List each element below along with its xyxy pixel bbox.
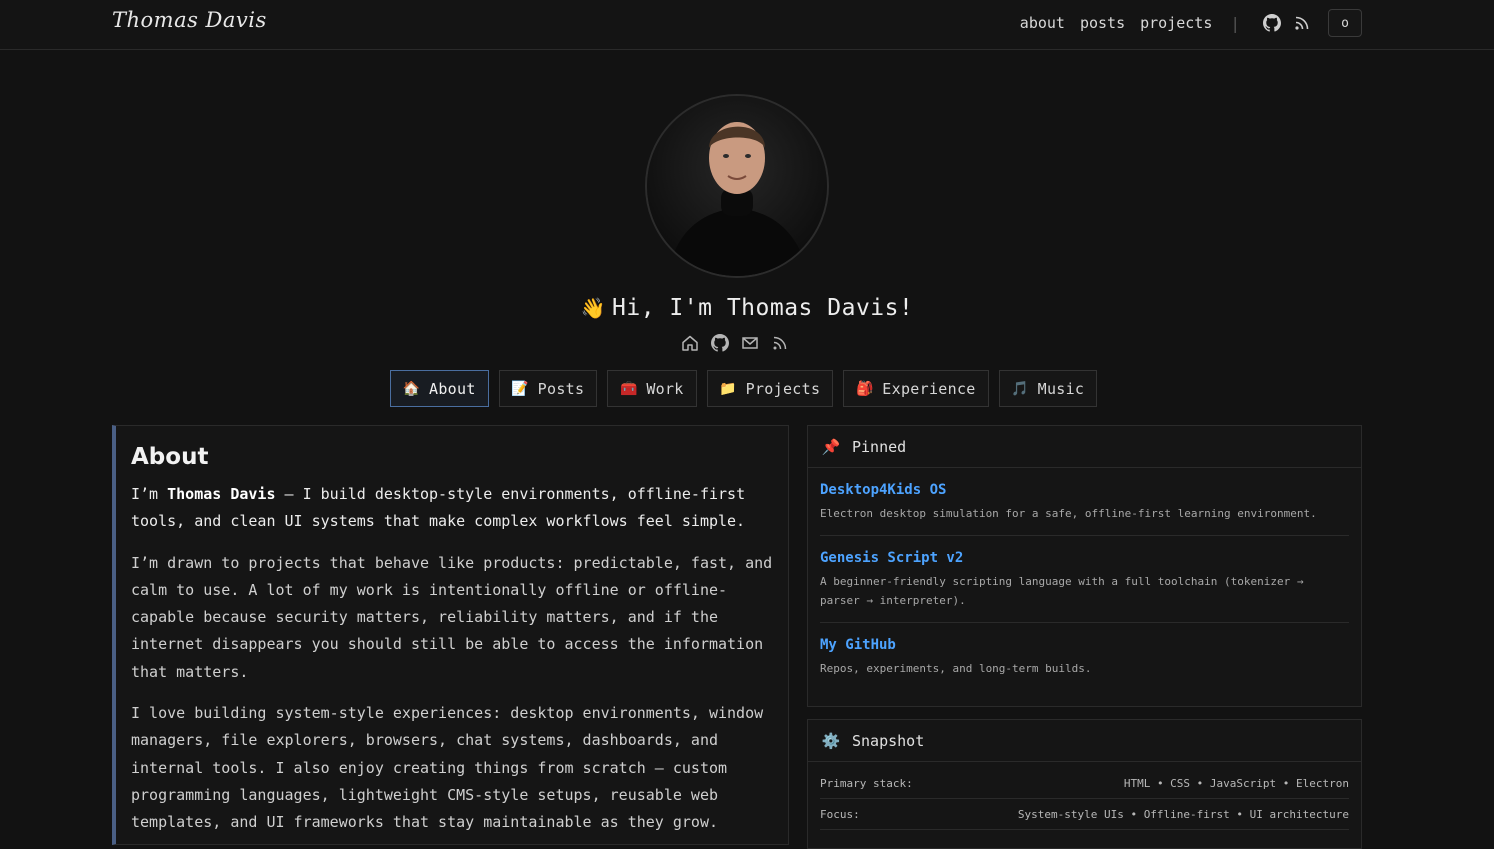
pinned-item-description: A beginner-friendly scripting language w… [820,575,1304,607]
pinned-item-link[interactable]: My GitHub [820,637,1349,653]
snapshot-value: System-style UIs • Offline-first • UI ar… [1017,807,1349,821]
rss-icon[interactable] [1292,13,1312,33]
nav-posts-link[interactable]: posts [1080,14,1125,32]
profile-avatar [645,94,829,278]
pinned-title: Pinned [852,437,907,456]
snapshot-label: Focus: [820,807,860,821]
tab-label: Music [1037,379,1085,398]
about-lead-paragraph: I’m Thomas Davis — I build desktop-style… [131,485,746,531]
about-section: About I’m Thomas Davis — I build desktop… [112,425,789,845]
snapshot-title: Snapshot [852,731,925,750]
portrait-image [647,96,827,276]
pinned-panel: 📌 Pinned Desktop4Kids OS Electron deskto… [807,425,1362,707]
snapshot-value: HTML • CSS • JavaScript • Electron [1123,776,1349,790]
section-tabs: 🏠 About 📝 Posts 🧰 Work 📁 Projects 🎒 Expe… [390,370,1098,407]
snapshot-label: Primary stack: [820,776,913,790]
tab-label: Work [646,379,684,398]
tab-experience[interactable]: 🎒 Experience [843,370,989,407]
tab-projects[interactable]: 📁 Projects [706,370,834,407]
snapshot-panel: ⚙️ Snapshot Primary stack: HTML • CSS • … [807,719,1362,849]
top-navbar: Thomas Davis about posts projects | o [0,0,1494,50]
nav-separator: | [1230,13,1240,33]
music-note-icon: 🎵 [1011,380,1029,397]
tab-label: Posts [537,379,585,398]
tab-about[interactable]: 🏠 About [390,370,489,407]
snapshot-row: Focus: System-style UIs • Offline-first … [820,799,1349,830]
github-icon[interactable] [1262,13,1282,33]
pinned-item-description: Electron desktop simulation for a safe, … [820,507,1317,520]
theme-toggle-button[interactable]: o [1328,9,1362,37]
about-paragraph: I’m drawn to projects that behave like p… [131,553,773,681]
pinned-item-description: Repos, experiments, and long-term builds… [820,662,1092,675]
tab-music[interactable]: 🎵 Music [998,370,1098,407]
mail-icon[interactable] [740,333,760,353]
github-icon[interactable] [710,333,730,353]
pinned-item-link[interactable]: Genesis Script v2 [820,550,1349,566]
tab-posts[interactable]: 📝 Posts [498,370,598,407]
pinned-item: My GitHub Repos, experiments, and long-t… [820,623,1349,690]
site-brand[interactable]: Thomas Davis [112,8,267,32]
rss-icon[interactable] [770,333,790,353]
gear-icon: ⚙️ [821,731,841,750]
nav-about-link[interactable]: about [1020,14,1065,32]
tab-label: Experience [882,379,976,398]
greeting-text: Hi, I'm Thomas Davis! [612,295,914,321]
pinned-item: Desktop4Kids OS Electron desktop simulat… [820,468,1349,536]
tab-label: About [429,379,476,398]
snapshot-rows: Primary stack: HTML • CSS • JavaScript •… [808,762,1361,830]
tab-work[interactable]: 🧰 Work [607,370,697,407]
nav-projects-link[interactable]: projects [1140,14,1212,32]
tab-label: Projects [745,379,821,398]
social-links [680,333,790,353]
home-icon[interactable] [680,333,700,353]
toolbox-icon: 🧰 [619,380,638,397]
snapshot-row: Primary stack: HTML • CSS • JavaScript •… [820,768,1349,799]
pinned-item: Genesis Script v2 A beginner-friendly sc… [820,536,1349,623]
memo-icon: 📝 [511,380,530,397]
backpack-icon: 🎒 [855,380,874,397]
hero-greeting: 👋 Hi, I'm Thomas Davis! [0,295,1494,321]
about-heading: About [131,444,209,470]
about-paragraph: I love building system-style experiences… [131,704,764,832]
top-nav: about posts projects | o [1005,9,1362,37]
snapshot-header: ⚙️ Snapshot [808,720,1361,762]
folder-icon: 📁 [719,380,738,397]
wave-icon: 👋 [580,296,607,320]
pushpin-icon: 📌 [821,437,841,456]
pinned-item-link[interactable]: Desktop4Kids OS [820,482,1349,498]
author-name: Thomas Davis [167,485,276,503]
house-icon: 🏠 [402,380,421,397]
pinned-header: 📌 Pinned [808,426,1361,468]
